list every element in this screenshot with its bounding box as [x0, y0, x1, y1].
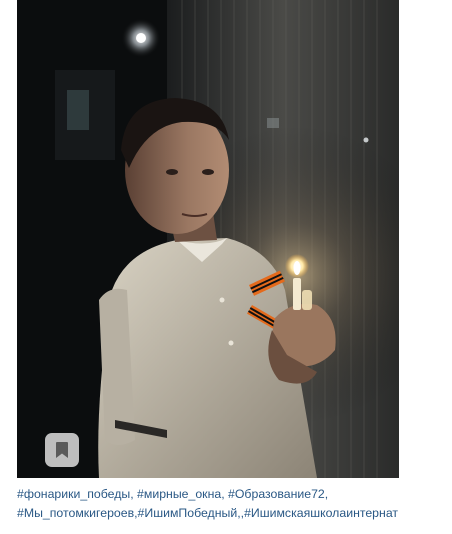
caption-line-2[interactable]: #Мы_потомкигероев,#ИшимПобедный,,#Ишимск…	[17, 504, 447, 523]
post-card: #фонарики_победы, #мирные_окна, #Образов…	[0, 0, 452, 534]
post-caption: #фонарики_победы, #мирные_окна, #Образов…	[17, 485, 447, 522]
caption-line-1[interactable]: #фонарики_победы, #мирные_окна, #Образов…	[17, 485, 447, 504]
post-photo[interactable]	[17, 0, 399, 478]
photo-scene	[17, 0, 399, 478]
bookmark-icon	[56, 442, 68, 458]
save-photo-button[interactable]	[45, 433, 79, 467]
